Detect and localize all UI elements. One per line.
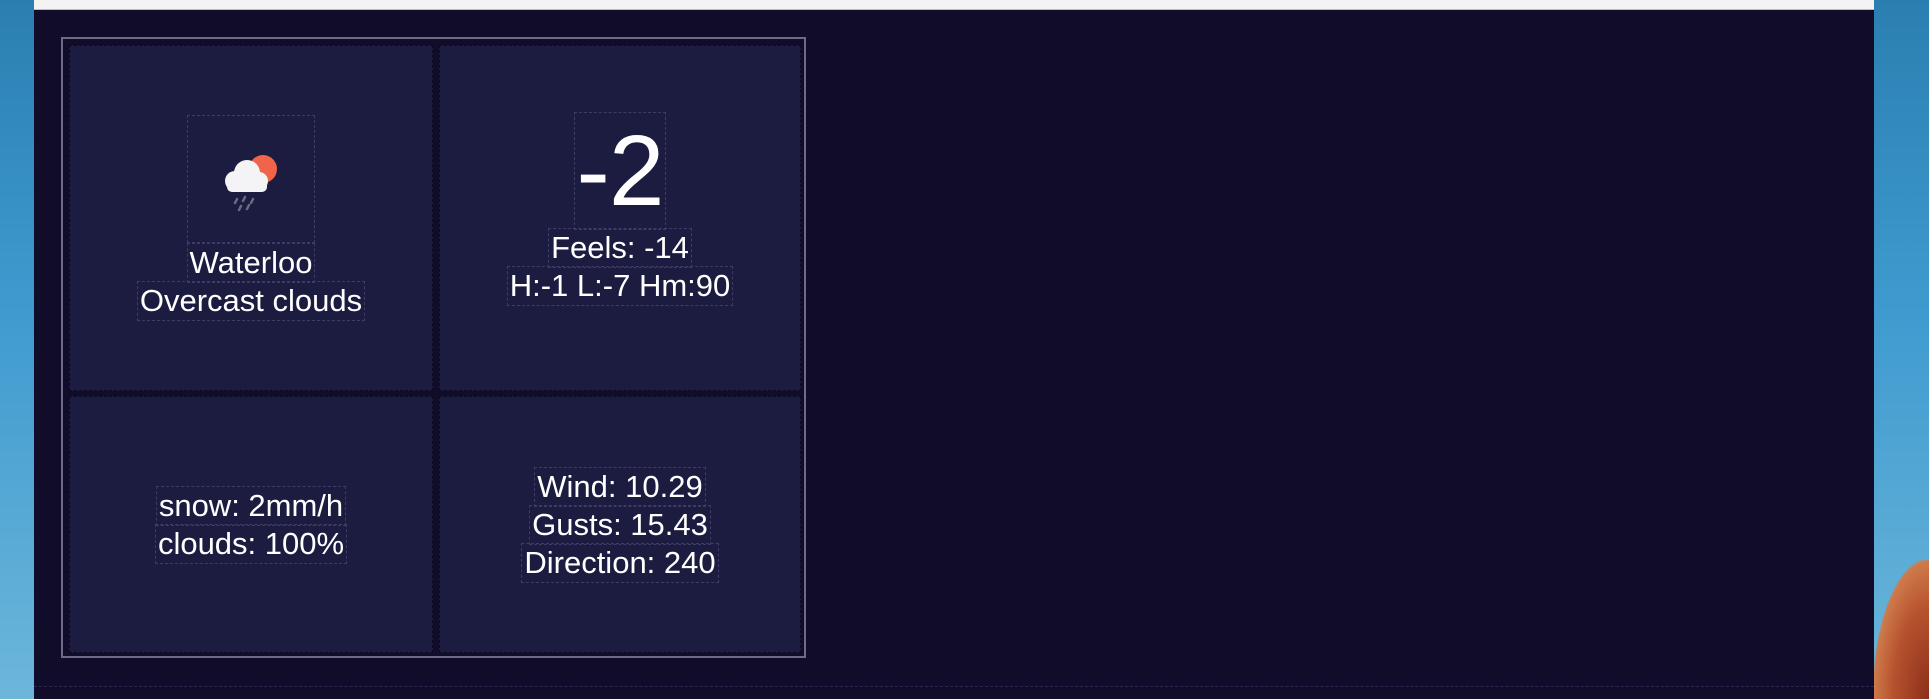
window-bottom-divider: [34, 686, 1874, 687]
window-top-strip: [34, 0, 1874, 10]
feels-like: Feels: -14: [548, 228, 692, 268]
weather-condition: Overcast clouds: [136, 281, 366, 321]
desktop-wallpaper-art: [1873, 560, 1929, 699]
wind-direction: Direction: 240: [521, 542, 719, 583]
precipitation-tile: snow: 2mm/h clouds: 100%: [69, 396, 433, 653]
wind-speed: Wind: 10.29: [534, 466, 706, 507]
high-low-humidity: H:-1 L:-7 Hm:90: [506, 266, 734, 306]
weather-app-window: Waterloo Overcast clouds -2 Feels: -14 H…: [34, 0, 1874, 699]
cloud-sun-rain-icon: [225, 155, 277, 212]
weather-icon-box: [187, 115, 315, 243]
city-name: Waterloo: [186, 243, 316, 283]
snow-rate: snow: 2mm/h: [155, 485, 347, 526]
wind-tile: Wind: 10.29 Gusts: 15.43 Direction: 240: [439, 396, 801, 653]
cloud-cover: clouds: 100%: [154, 523, 348, 564]
temperature-tile: -2 Feels: -14 H:-1 L:-7 Hm:90: [439, 45, 801, 391]
location-tile: Waterloo Overcast clouds: [69, 45, 433, 391]
current-temperature: -2: [573, 112, 667, 230]
wind-gusts: Gusts: 15.43: [529, 504, 711, 545]
weather-widget: Waterloo Overcast clouds -2 Feels: -14 H…: [61, 37, 806, 658]
